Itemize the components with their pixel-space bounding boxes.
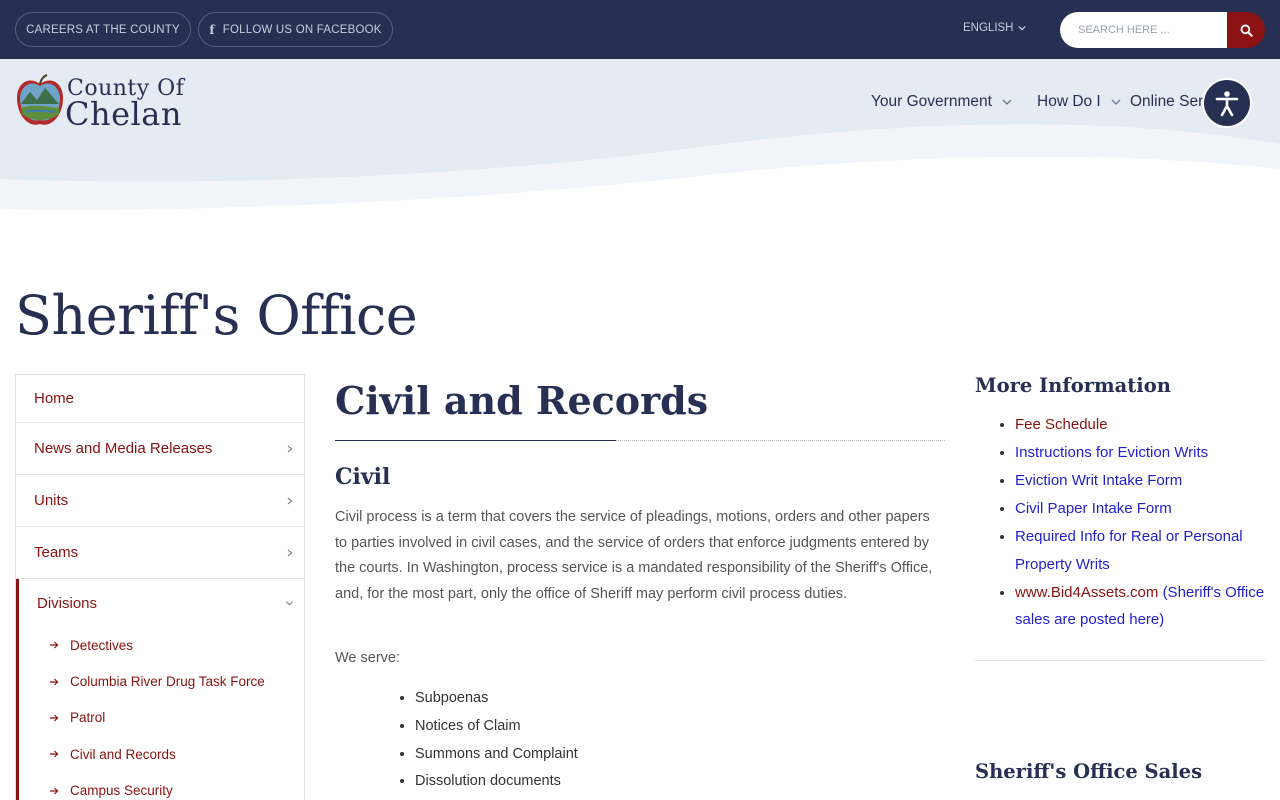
facebook-label: FOLLOW US ON FACEBOOK bbox=[222, 23, 382, 36]
search-box bbox=[1060, 12, 1265, 48]
sidebar-item-home[interactable]: Home bbox=[16, 375, 304, 423]
facebook-link[interactable]: f FOLLOW US ON FACEBOOK bbox=[198, 12, 393, 47]
sidebar-item-news[interactable]: News and Media Releases bbox=[16, 423, 304, 475]
county-logo[interactable]: County Of Chelan bbox=[15, 72, 215, 133]
arrow-right-icon bbox=[50, 750, 59, 758]
chevron-down-icon bbox=[1017, 25, 1026, 31]
accessibility-icon bbox=[1215, 91, 1239, 117]
sidebar-subitem-label: Campus Security bbox=[70, 783, 173, 799]
sidebar-subitem-label: Columbia River Drug Task Force bbox=[70, 674, 265, 690]
chevron-right-icon bbox=[287, 497, 293, 504]
arrow-right-icon bbox=[50, 678, 59, 686]
sidebar-subitem-detectives[interactable]: Detectives bbox=[19, 627, 304, 663]
property-writs-info-link[interactable]: Required Info for Real or Personal Prope… bbox=[1015, 528, 1243, 573]
nav-label: Your Government bbox=[871, 93, 992, 110]
language-label: ENGLISH bbox=[963, 22, 1014, 34]
list-item: Subpoenas bbox=[415, 685, 578, 713]
apple-landscape-icon bbox=[17, 74, 63, 125]
content-title: Civil and Records bbox=[335, 378, 709, 423]
chevron-down-icon bbox=[1111, 99, 1121, 105]
list-item: Dissolution documents bbox=[415, 768, 578, 796]
careers-label: CAREERS AT THE COUNTY bbox=[26, 23, 180, 36]
sidebar-item-label: Home bbox=[34, 390, 75, 407]
civil-description: Civil process is a term that covers the … bbox=[335, 509, 933, 602]
we-serve-label: We serve: bbox=[335, 650, 401, 666]
more-information-heading: More Information bbox=[975, 374, 1171, 397]
accessibility-button[interactable] bbox=[1204, 80, 1250, 126]
fee-schedule-link[interactable]: Fee Schedule bbox=[1015, 416, 1108, 433]
logo-text-bottom: Chelan bbox=[65, 95, 182, 133]
sidebar-subitem-label: Patrol bbox=[70, 710, 106, 726]
page-title: Sheriff's Office bbox=[15, 284, 418, 347]
sidebar-item-label: News and Media Releases bbox=[34, 440, 213, 457]
sidebar-subitem-label: Civil and Records bbox=[70, 746, 176, 762]
civil-paper-intake-form-link[interactable]: Civil Paper Intake Form bbox=[1015, 500, 1172, 517]
nav-online-services[interactable]: Online Serv bbox=[1130, 93, 1211, 111]
sidebar-subitem-campus-security[interactable]: Campus Security bbox=[19, 773, 304, 800]
sidebar-nav: Home News and Media Releases Units Teams… bbox=[15, 374, 305, 800]
chevron-right-icon bbox=[287, 549, 293, 556]
served-documents-list: Subpoenas Notices of Claim Summons and C… bbox=[415, 685, 578, 796]
sidebar-item-teams[interactable]: Teams bbox=[16, 527, 304, 579]
arrow-right-icon bbox=[50, 641, 59, 649]
sheriff-sales-heading: Sheriff's Office Sales bbox=[975, 760, 1203, 783]
sidebar-subitem-civil-records[interactable]: Civil and Records bbox=[19, 736, 304, 772]
section-heading-civil: Civil bbox=[335, 464, 391, 490]
sidebar-subitem-drug-task-force[interactable]: Columbia River Drug Task Force bbox=[19, 663, 304, 699]
sidebar-item-units[interactable]: Units bbox=[16, 475, 304, 527]
careers-link[interactable]: CAREERS AT THE COUNTY bbox=[15, 12, 191, 47]
top-bar: CAREERS AT THE COUNTY f FOLLOW US ON FAC… bbox=[0, 0, 1280, 59]
chevron-down-icon bbox=[285, 601, 294, 606]
sidebar-divisions-toggle[interactable]: Divisions bbox=[19, 579, 304, 627]
sidebar-item-label: Teams bbox=[34, 544, 79, 561]
title-underline bbox=[335, 440, 616, 441]
bid4assets-link[interactable]: www.Bid4Assets.com bbox=[1015, 584, 1158, 601]
chevron-right-icon bbox=[287, 445, 293, 452]
sidebar-item-divisions: Divisions Detectives Columbia River Drug… bbox=[16, 579, 304, 800]
list-item: Notices of Claim bbox=[415, 713, 578, 741]
right-column-divider bbox=[975, 660, 1265, 661]
sidebar-item-label: Divisions bbox=[37, 594, 98, 612]
chevron-down-icon bbox=[1002, 99, 1012, 105]
more-information-list: Fee Schedule Instructions for Eviction W… bbox=[1015, 411, 1265, 634]
search-icon bbox=[1240, 24, 1253, 37]
search-button[interactable] bbox=[1227, 12, 1265, 48]
nav-how-do-i[interactable]: How Do I bbox=[1037, 93, 1121, 111]
arrow-right-icon bbox=[50, 714, 59, 722]
search-input[interactable] bbox=[1060, 12, 1227, 48]
eviction-instructions-link[interactable]: Instructions for Eviction Writs bbox=[1015, 444, 1208, 461]
facebook-icon: f bbox=[209, 22, 215, 37]
nav-label: Online Serv bbox=[1130, 93, 1211, 110]
nav-your-government[interactable]: Your Government bbox=[871, 93, 1012, 111]
nav-label: How Do I bbox=[1037, 93, 1101, 110]
arrow-right-icon bbox=[50, 787, 59, 795]
list-item: Summons and Complaint bbox=[415, 741, 578, 769]
eviction-intake-form-link[interactable]: Eviction Writ Intake Form bbox=[1015, 472, 1182, 489]
sidebar-item-label: Units bbox=[34, 492, 69, 509]
sidebar-subitem-patrol[interactable]: Patrol bbox=[19, 700, 304, 736]
language-selector[interactable]: ENGLISH bbox=[963, 22, 1026, 34]
sidebar-subitem-label: Detectives bbox=[70, 637, 134, 653]
